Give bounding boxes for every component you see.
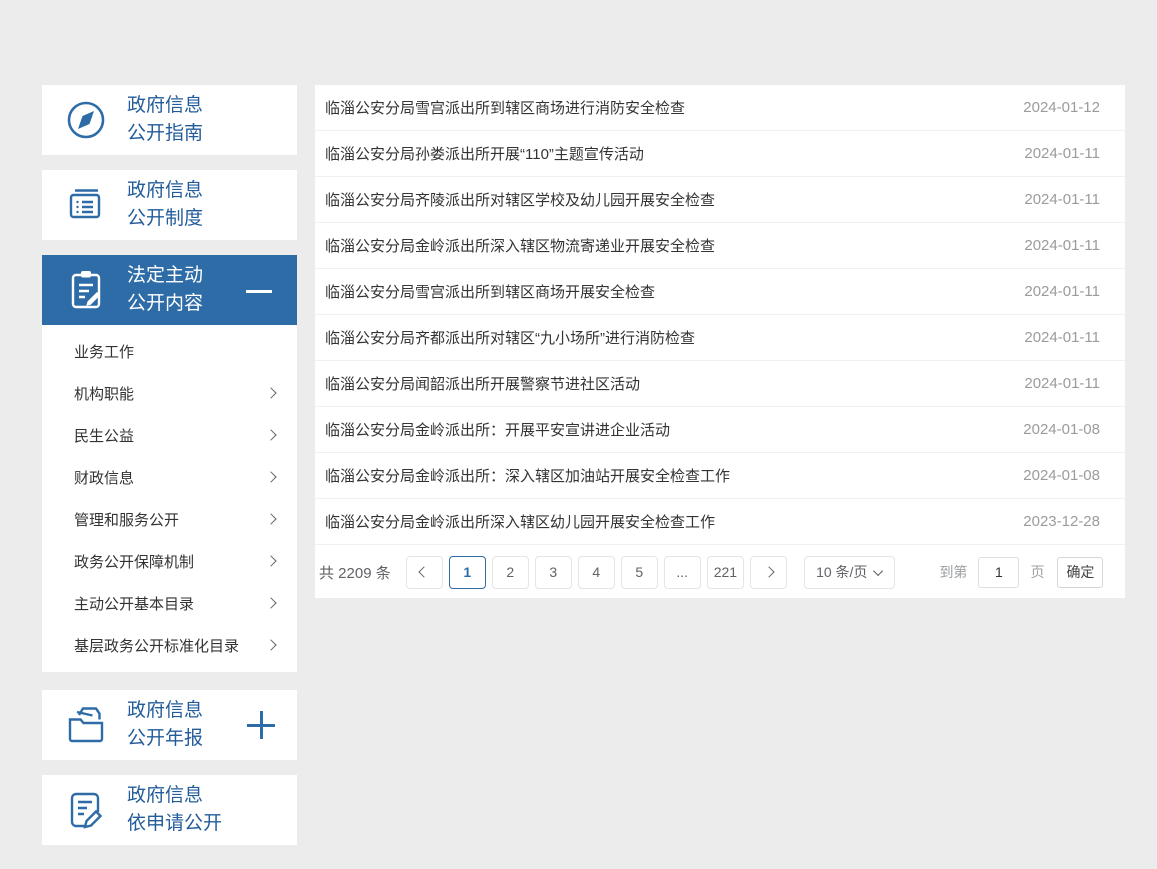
submenu-item-label: 政务公开保障机制 [74, 551, 267, 572]
chevron-right-icon [265, 597, 276, 608]
compass-icon [62, 96, 110, 144]
list-item[interactable]: 临淄公安分局金岭派出所：深入辖区加油站开展安全检查工作 2024-01-08 [315, 453, 1125, 499]
chevron-right-icon [265, 513, 276, 524]
chevron-right-icon [265, 639, 276, 650]
chevron-left-icon [419, 566, 430, 577]
folder-icon [62, 701, 110, 749]
pagination: 共 2209 条 1 2 3 4 5 ... 221 10 条/页 到第 页 [315, 555, 1125, 589]
submenu-item-label: 业务工作 [74, 341, 267, 362]
page-number-button[interactable]: 1 [449, 556, 486, 589]
page-number-button[interactable]: 2 [492, 556, 529, 589]
news-title-link[interactable]: 临淄公安分局金岭派出所：深入辖区加油站开展安全检查工作 [325, 465, 1003, 486]
submenu: 业务工作 机构职能 民生公益 财政信息 管理和服务公开 [42, 325, 297, 672]
page-number-button[interactable]: 221 [707, 556, 744, 589]
submenu-item-label: 机构职能 [74, 383, 267, 404]
submenu-item-label: 基层政务公开标准化目录 [74, 635, 267, 656]
list-item[interactable]: 临淄公安分局孙娄派出所开展“110”主题宣传活动 2024-01-11 [315, 131, 1125, 177]
chevron-down-icon [874, 566, 884, 576]
list-item[interactable]: 临淄公安分局雪宫派出所到辖区商场进行消防安全检查 2024-01-12 [315, 85, 1125, 131]
sidebar-item-label: 政府信息 依申请公开 [127, 782, 222, 838]
news-date: 2024-01-11 [1024, 191, 1100, 208]
chevron-right-icon [265, 429, 276, 440]
news-title-link[interactable]: 临淄公安分局孙娄派出所开展“110”主题宣传活动 [325, 143, 1004, 164]
news-title-link[interactable]: 临淄公安分局金岭派出所深入辖区物流寄递业开展安全检查 [325, 235, 1004, 256]
submenu-item[interactable]: 财政信息 [42, 456, 297, 498]
chevron-right-icon [265, 471, 276, 482]
page-number-button[interactable]: 3 [535, 556, 572, 589]
news-date: 2024-01-08 [1023, 421, 1100, 438]
news-date: 2024-01-08 [1023, 467, 1100, 484]
sidebar-item-label: 政府信息 公开指南 [127, 92, 203, 148]
news-date: 2024-01-12 [1023, 99, 1100, 116]
prev-page-button[interactable] [406, 556, 443, 589]
chevron-right-icon [265, 555, 276, 566]
page-number-button[interactable]: 5 [621, 556, 658, 589]
page-size-value: 10 条/页 [816, 562, 867, 582]
sidebar-item-disclosure-system[interactable]: 政府信息 公开制度 [42, 170, 297, 240]
sidebar-item-disclosure-upon-request[interactable]: 政府信息 依申请公开 [42, 775, 297, 845]
collapse-minus-icon[interactable] [246, 290, 272, 293]
sidebar-item-label: 政府信息 公开年报 [127, 697, 203, 753]
news-date: 2024-01-11 [1024, 375, 1100, 392]
sidebar-item-label: 法定主动 公开内容 [127, 262, 203, 318]
goto-page-label: 到第 [939, 562, 967, 582]
content-panel: 临淄公安分局雪宫派出所到辖区商场进行消防安全检查 2024-01-12 临淄公安… [315, 85, 1125, 598]
news-title-link[interactable]: 临淄公安分局金岭派出所深入辖区幼儿园开展安全检查工作 [325, 511, 1003, 532]
submenu-item-label: 财政信息 [74, 467, 267, 488]
sidebar: 政府信息 公开指南 政府信息 公开制度 [42, 85, 297, 860]
news-list: 临淄公安分局雪宫派出所到辖区商场进行消防安全检查 2024-01-12 临淄公安… [315, 85, 1125, 545]
list-item[interactable]: 临淄公安分局闻韶派出所开展警察节进社区活动 2024-01-11 [315, 361, 1125, 407]
book-icon [62, 181, 110, 229]
goto-page-unit: 页 [1030, 562, 1044, 582]
submenu-item-label: 民生公益 [74, 425, 267, 446]
document-pen-icon [62, 786, 110, 834]
next-page-button[interactable] [750, 556, 787, 589]
goto-page-input[interactable] [978, 557, 1019, 588]
news-date: 2024-01-11 [1024, 237, 1100, 254]
sidebar-item-annual-report[interactable]: 政府信息 公开年报 [42, 690, 297, 760]
submenu-item[interactable]: 业务工作 [42, 330, 297, 372]
news-date: 2024-01-11 [1024, 145, 1100, 162]
news-title-link[interactable]: 临淄公安分局齐陵派出所对辖区学校及幼儿园开展安全检查 [325, 189, 1004, 210]
list-item[interactable]: 临淄公安分局齐都派出所对辖区“九小场所”进行消防检查 2024-01-11 [315, 315, 1125, 361]
chevron-right-icon [763, 566, 774, 577]
submenu-item[interactable]: 主动公开基本目录 [42, 582, 297, 624]
submenu-item[interactable]: 基层政务公开标准化目录 [42, 624, 297, 666]
submenu-item[interactable]: 政务公开保障机制 [42, 540, 297, 582]
news-title-link[interactable]: 临淄公安分局齐都派出所对辖区“九小场所”进行消防检查 [325, 327, 1004, 348]
submenu-item-label: 管理和服务公开 [74, 509, 267, 530]
list-item[interactable]: 临淄公安分局金岭派出所深入辖区幼儿园开展安全检查工作 2023-12-28 [315, 499, 1125, 545]
list-item[interactable]: 临淄公安分局齐陵派出所对辖区学校及幼儿园开展安全检查 2024-01-11 [315, 177, 1125, 223]
clipboard-pen-icon [62, 266, 110, 314]
submenu-item[interactable]: 民生公益 [42, 414, 297, 456]
news-date: 2023-12-28 [1023, 513, 1100, 530]
expand-plus-icon[interactable] [247, 711, 275, 739]
news-date: 2024-01-11 [1024, 329, 1100, 346]
sidebar-item-disclosure-guide[interactable]: 政府信息 公开指南 [42, 85, 297, 155]
total-count: 共 2209 条 [319, 562, 391, 583]
submenu-item[interactable]: 机构职能 [42, 372, 297, 414]
page-number-button[interactable]: ... [664, 556, 701, 589]
chevron-right-icon [265, 387, 276, 398]
list-item[interactable]: 临淄公安分局雪宫派出所到辖区商场开展安全检查 2024-01-11 [315, 269, 1125, 315]
news-title-link[interactable]: 临淄公安分局雪宫派出所到辖区商场开展安全检查 [325, 281, 1004, 302]
submenu-item-label: 主动公开基本目录 [74, 593, 267, 614]
submenu-item[interactable]: 管理和服务公开 [42, 498, 297, 540]
list-item[interactable]: 临淄公安分局金岭派出所深入辖区物流寄递业开展安全检查 2024-01-11 [315, 223, 1125, 269]
page-number-button[interactable]: 4 [578, 556, 615, 589]
news-title-link[interactable]: 临淄公安分局雪宫派出所到辖区商场进行消防安全检查 [325, 97, 1003, 118]
sidebar-item-label: 政府信息 公开制度 [127, 177, 203, 233]
sidebar-item-statutory-disclosure[interactable]: 法定主动 公开内容 [42, 255, 297, 325]
page-size-select[interactable]: 10 条/页 [804, 556, 895, 589]
news-date: 2024-01-11 [1024, 283, 1100, 300]
news-title-link[interactable]: 临淄公安分局金岭派出所：开展平安宣讲进企业活动 [325, 419, 1003, 440]
confirm-button[interactable]: 确定 [1057, 557, 1103, 588]
list-item[interactable]: 临淄公安分局金岭派出所：开展平安宣讲进企业活动 2024-01-08 [315, 407, 1125, 453]
news-title-link[interactable]: 临淄公安分局闻韶派出所开展警察节进社区活动 [325, 373, 1004, 394]
